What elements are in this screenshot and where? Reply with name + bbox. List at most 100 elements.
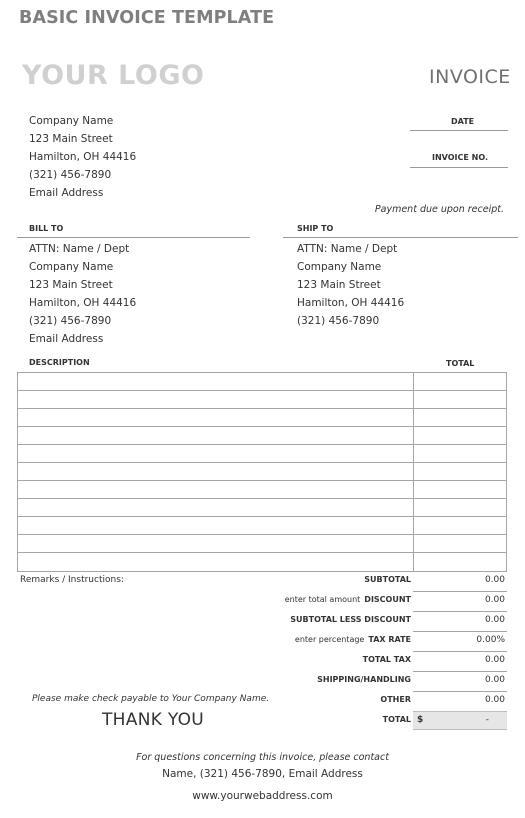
totals-rule: [413, 611, 507, 612]
bill-to-city[interactable]: Hamilton, OH 44416: [29, 297, 136, 309]
totals-value[interactable]: 0.00: [413, 595, 507, 605]
footer-contact-line: Name, (321) 456-7890, Email Address: [162, 768, 363, 780]
bill-to-divider: [17, 237, 250, 238]
totals-rule: [413, 631, 507, 632]
bill-to-attn[interactable]: ATTN: Name / Dept: [29, 243, 129, 255]
currency-symbol: $: [417, 715, 424, 725]
table-row: [18, 427, 506, 445]
totals-rule: [413, 651, 507, 652]
totals-label-text: DISCOUNT: [364, 595, 411, 604]
grand-total-field[interactable]: $ -: [413, 711, 507, 730]
total-cell[interactable]: [414, 427, 506, 444]
date-field[interactable]: [410, 130, 508, 131]
totals-hint: enter percentage: [294, 635, 365, 644]
table-row: [18, 481, 506, 499]
totals-value[interactable]: 0.00: [413, 695, 507, 705]
totals-label-text: SUBTOTAL: [364, 575, 411, 584]
description-cell[interactable]: [18, 373, 414, 390]
total-cell[interactable]: [414, 463, 506, 480]
total-cell[interactable]: [414, 409, 506, 426]
totals-label-subtotal: SUBTOTAL: [364, 575, 411, 584]
totals-value[interactable]: 0.00: [413, 615, 507, 625]
company-phone[interactable]: (321) 456-7890: [29, 169, 111, 181]
payment-note: Payment due upon receipt.: [374, 204, 504, 215]
description-cell[interactable]: [18, 553, 414, 571]
totals-label-tax-rate: enter percentage TAX RATE: [295, 635, 411, 644]
company-city[interactable]: Hamilton, OH 44416: [29, 151, 136, 163]
totals-label-discount: enter total amount DISCOUNT: [285, 595, 411, 604]
date-label: DATE: [451, 117, 475, 126]
total-cell[interactable]: [414, 553, 506, 571]
bill-to-email[interactable]: Email Address: [29, 333, 103, 345]
description-cell[interactable]: [18, 463, 414, 480]
description-cell[interactable]: [18, 391, 414, 408]
totals-rule: [413, 691, 507, 692]
logo-placeholder: YOUR LOGO: [22, 60, 205, 91]
ship-to-street[interactable]: 123 Main Street: [297, 279, 381, 291]
total-cell[interactable]: [414, 445, 506, 462]
totals-label-total-tax: TOTAL TAX: [363, 655, 411, 664]
grand-total-value: -: [485, 715, 489, 725]
totals-value[interactable]: 0.00: [413, 655, 507, 665]
description-cell[interactable]: [18, 499, 414, 516]
company-street[interactable]: 123 Main Street: [29, 133, 113, 145]
totals-rule: [413, 591, 507, 592]
description-cell[interactable]: [18, 535, 414, 552]
check-payable-note: Please make check payable to Your Compan…: [32, 694, 270, 704]
total-cell[interactable]: [414, 481, 506, 498]
total-cell[interactable]: [414, 373, 506, 390]
total-cell[interactable]: [414, 535, 506, 552]
ship-to-company[interactable]: Company Name: [297, 261, 381, 273]
invoice-no-label: INVOICE NO.: [432, 153, 488, 162]
totals-label-shipping-handling: SHIPPING/HANDLING: [317, 675, 411, 684]
bill-to-phone[interactable]: (321) 456-7890: [29, 315, 111, 327]
company-name[interactable]: Company Name: [29, 115, 113, 127]
document-title: BASIC INVOICE TEMPLATE: [19, 8, 275, 28]
totals-label-text: SHIPPING/HANDLING: [317, 675, 411, 684]
totals-label-subtotal-less-discount: SUBTOTAL LESS DISCOUNT: [290, 615, 411, 624]
total-header: TOTAL: [446, 359, 475, 368]
table-row: [18, 535, 506, 553]
totals-label-text: TOTAL TAX: [362, 655, 411, 664]
totals-label-other: OTHER: [380, 695, 411, 704]
bill-to-company[interactable]: Company Name: [29, 261, 113, 273]
totals-hint: enter total amount: [284, 595, 361, 604]
table-row: [18, 391, 506, 409]
description-cell[interactable]: [18, 517, 414, 534]
total-cell[interactable]: [414, 391, 506, 408]
grand-total-label: TOTAL: [382, 715, 411, 724]
company-email[interactable]: Email Address: [29, 187, 103, 199]
footer-question-line: For questions concerning this invoice, p…: [136, 752, 389, 763]
totals-value[interactable]: 0.00%: [413, 635, 507, 645]
remarks-label: Remarks / Instructions:: [20, 575, 124, 585]
ship-to-city[interactable]: Hamilton, OH 44416: [297, 297, 404, 309]
total-cell[interactable]: [414, 517, 506, 534]
totals-value[interactable]: 0.00: [413, 575, 507, 585]
ship-to-phone[interactable]: (321) 456-7890: [297, 315, 379, 327]
table-row: [18, 409, 506, 427]
ship-to-divider: [283, 237, 518, 238]
table-row: [18, 553, 506, 571]
table-row: [18, 445, 506, 463]
thank-you-text: THANK YOU: [102, 710, 205, 730]
ship-to-attn[interactable]: ATTN: Name / Dept: [297, 243, 397, 255]
invoice-no-field[interactable]: [410, 167, 508, 168]
description-cell[interactable]: [18, 445, 414, 462]
totals-label-text: OTHER: [380, 695, 411, 704]
description-cell[interactable]: [18, 481, 414, 498]
table-row: [18, 499, 506, 517]
invoice-heading: INVOICE: [429, 66, 511, 88]
totals-rule: [413, 671, 507, 672]
ship-to-label: SHIP TO: [297, 224, 334, 233]
total-cell[interactable]: [414, 499, 506, 516]
totals-label-text: SUBTOTAL LESS DISCOUNT: [290, 615, 411, 624]
table-row: [18, 517, 506, 535]
totals-value[interactable]: 0.00: [413, 675, 507, 685]
description-cell[interactable]: [18, 427, 414, 444]
table-row: [18, 463, 506, 481]
description-header: DESCRIPTION: [29, 358, 90, 367]
footer-website[interactable]: www.yourwebaddress.com: [0, 790, 525, 802]
bill-to-label: BILL TO: [29, 224, 64, 233]
bill-to-street[interactable]: 123 Main Street: [29, 279, 113, 291]
description-cell[interactable]: [18, 409, 414, 426]
